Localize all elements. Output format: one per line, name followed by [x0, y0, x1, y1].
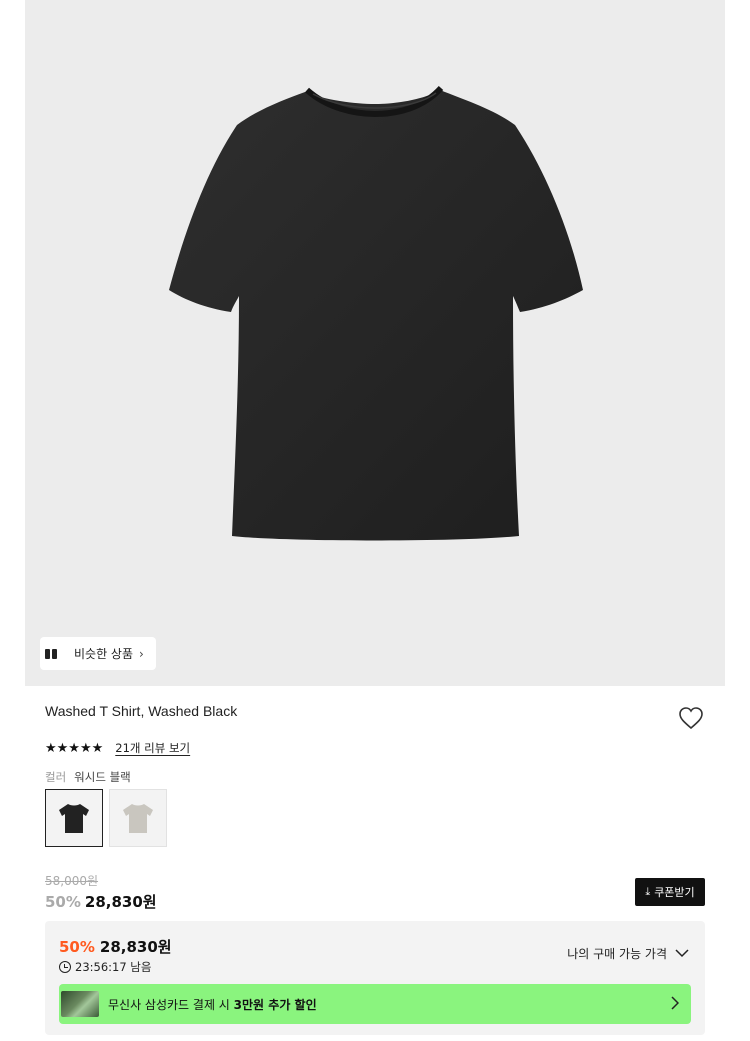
product-title: Washed T Shirt, Washed Black [45, 703, 238, 719]
timer-row: 23:56:17 남음 [59, 959, 151, 975]
star-rating: ★★★★★ [45, 740, 104, 756]
similar-products-label: 비슷한 상품 [74, 647, 134, 661]
sale-price: 28,830원 [84, 893, 157, 911]
buy-price: 28,830원 [99, 938, 172, 956]
chevron-right-icon: › [139, 646, 144, 661]
t-shirt-image [169, 85, 583, 541]
download-icon: ⤓ [645, 885, 651, 898]
timer-text: 23:56:17 남음 [75, 960, 152, 974]
color-label: 컬러 [45, 770, 67, 784]
coupon-label: 쿠폰받기 [654, 886, 695, 899]
color-row: 컬러 워시드 블랙 [45, 769, 131, 785]
buy-price-row: 50% 28,830원 [59, 936, 172, 957]
similar-products-button[interactable]: 비슷한 상품 › [62, 637, 156, 670]
similar-thumbnails [40, 637, 62, 670]
review-link[interactable]: 21개 리뷰 보기 [115, 740, 190, 756]
clock-icon [59, 961, 71, 973]
promo-thumbnail [61, 991, 99, 1017]
product-image[interactable]: 비슷한 상품 › [25, 0, 725, 686]
similar-products[interactable]: 비슷한 상품 › [40, 637, 156, 670]
price-row: 50% 28,830원 [45, 891, 157, 912]
tshirt-black-icon [59, 804, 89, 833]
my-price-toggle[interactable]: 나의 구매 가능 가격 [567, 945, 689, 962]
buy-discount: 50% [59, 938, 95, 956]
swatch-grey[interactable] [109, 789, 167, 847]
card-promo-banner[interactable]: 무신사 삼성카드 결제 시 3만원 추가 할인 [59, 984, 691, 1024]
promo-text: 무신사 삼성카드 결제 시 3만원 추가 할인 [108, 997, 317, 1012]
buy-price-box: 50% 28,830원 23:56:17 남음 나의 구매 가능 가격 무신사 … [45, 921, 705, 1035]
my-price-label: 나의 구매 가능 가격 [567, 947, 667, 961]
color-swatches [45, 789, 167, 847]
coupon-button[interactable]: ⤓ 쿠폰받기 [635, 878, 705, 906]
color-value: 워시드 블랙 [74, 770, 131, 784]
tshirt-grey-icon [123, 804, 153, 833]
heart-icon[interactable] [678, 706, 704, 730]
swatch-washed-black[interactable] [45, 789, 103, 847]
chevron-right-icon [671, 996, 679, 1010]
rating-row: ★★★★★ 21개 리뷰 보기 [45, 740, 190, 756]
original-price: 58,000원 [45, 874, 99, 888]
chevron-down-icon [675, 949, 689, 958]
discount-rate: 50% [45, 893, 81, 911]
